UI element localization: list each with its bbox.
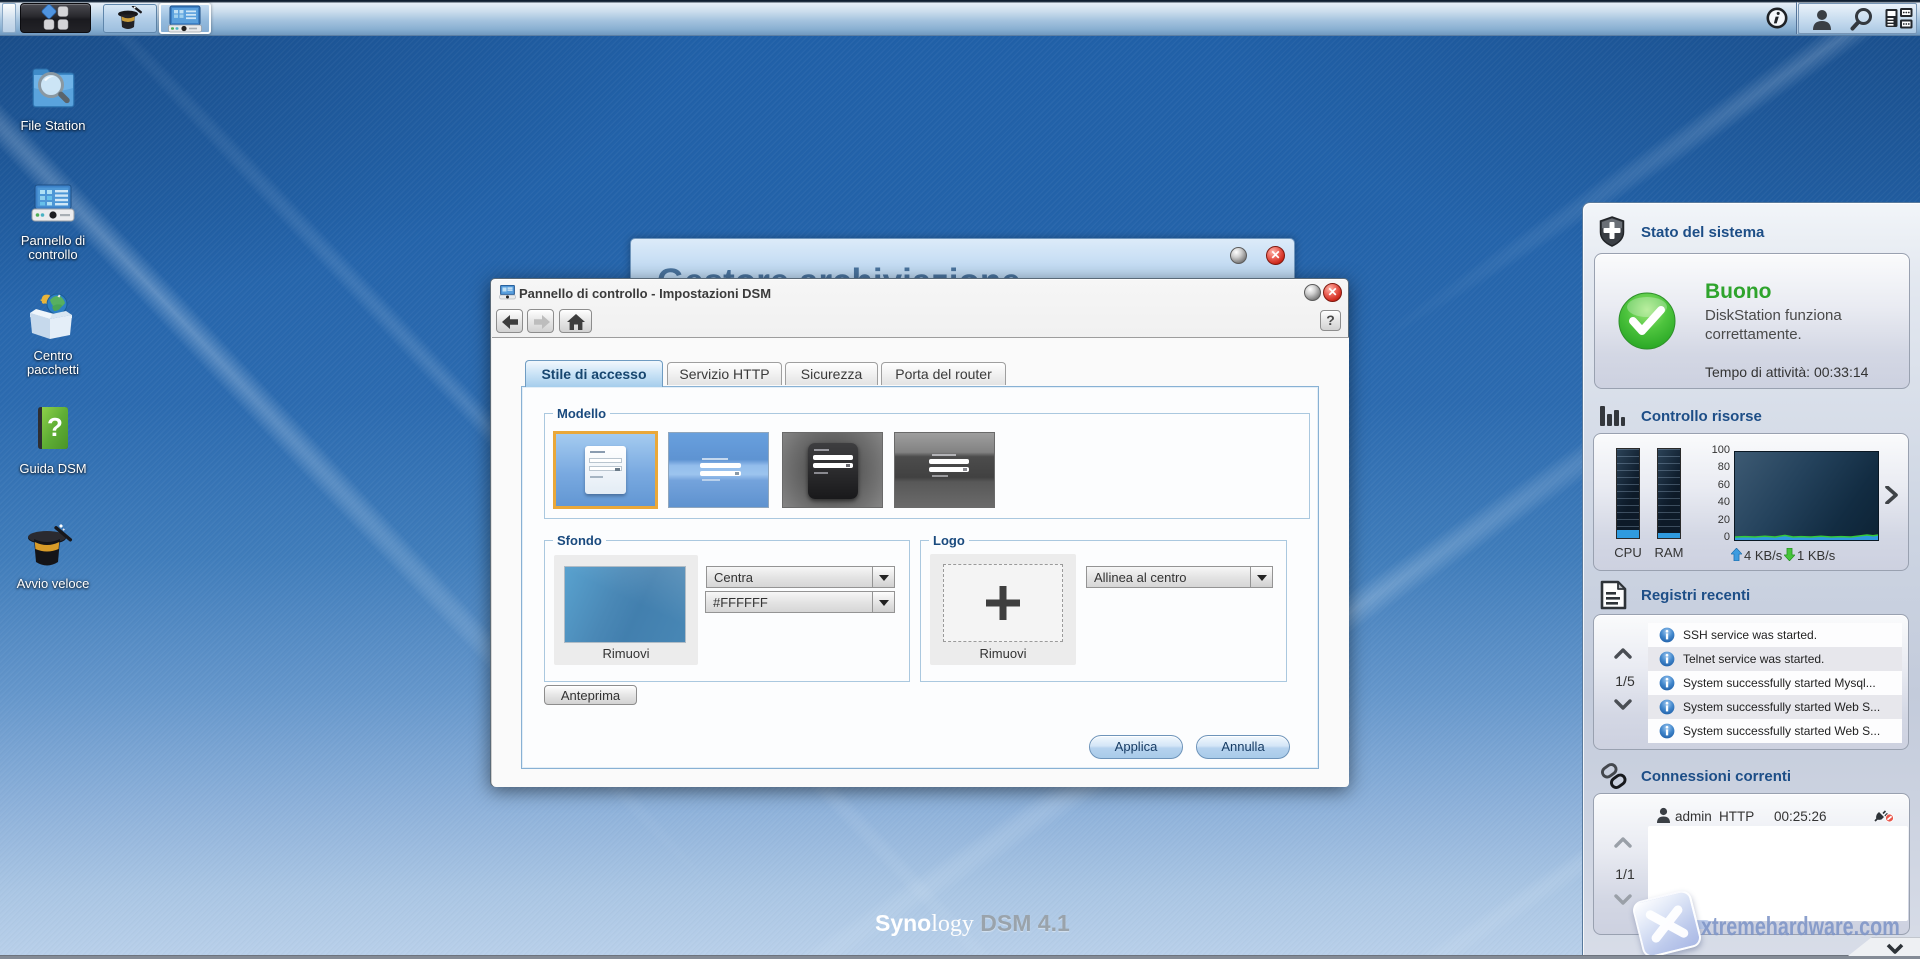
svg-text:?: ? bbox=[47, 412, 63, 442]
